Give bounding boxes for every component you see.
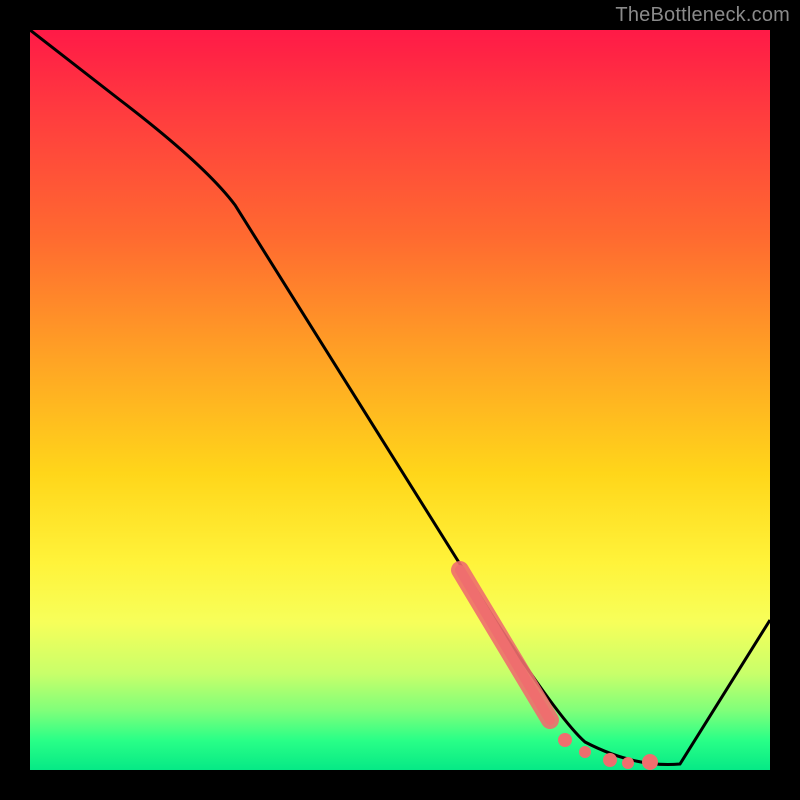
chart-frame: TheBottleneck.com <box>0 0 800 800</box>
corridor-band <box>460 570 550 720</box>
bottleneck-curve <box>30 30 770 770</box>
plot-area <box>30 30 770 770</box>
watermark-text: TheBottleneck.com <box>615 4 790 27</box>
curve-path <box>30 30 770 765</box>
